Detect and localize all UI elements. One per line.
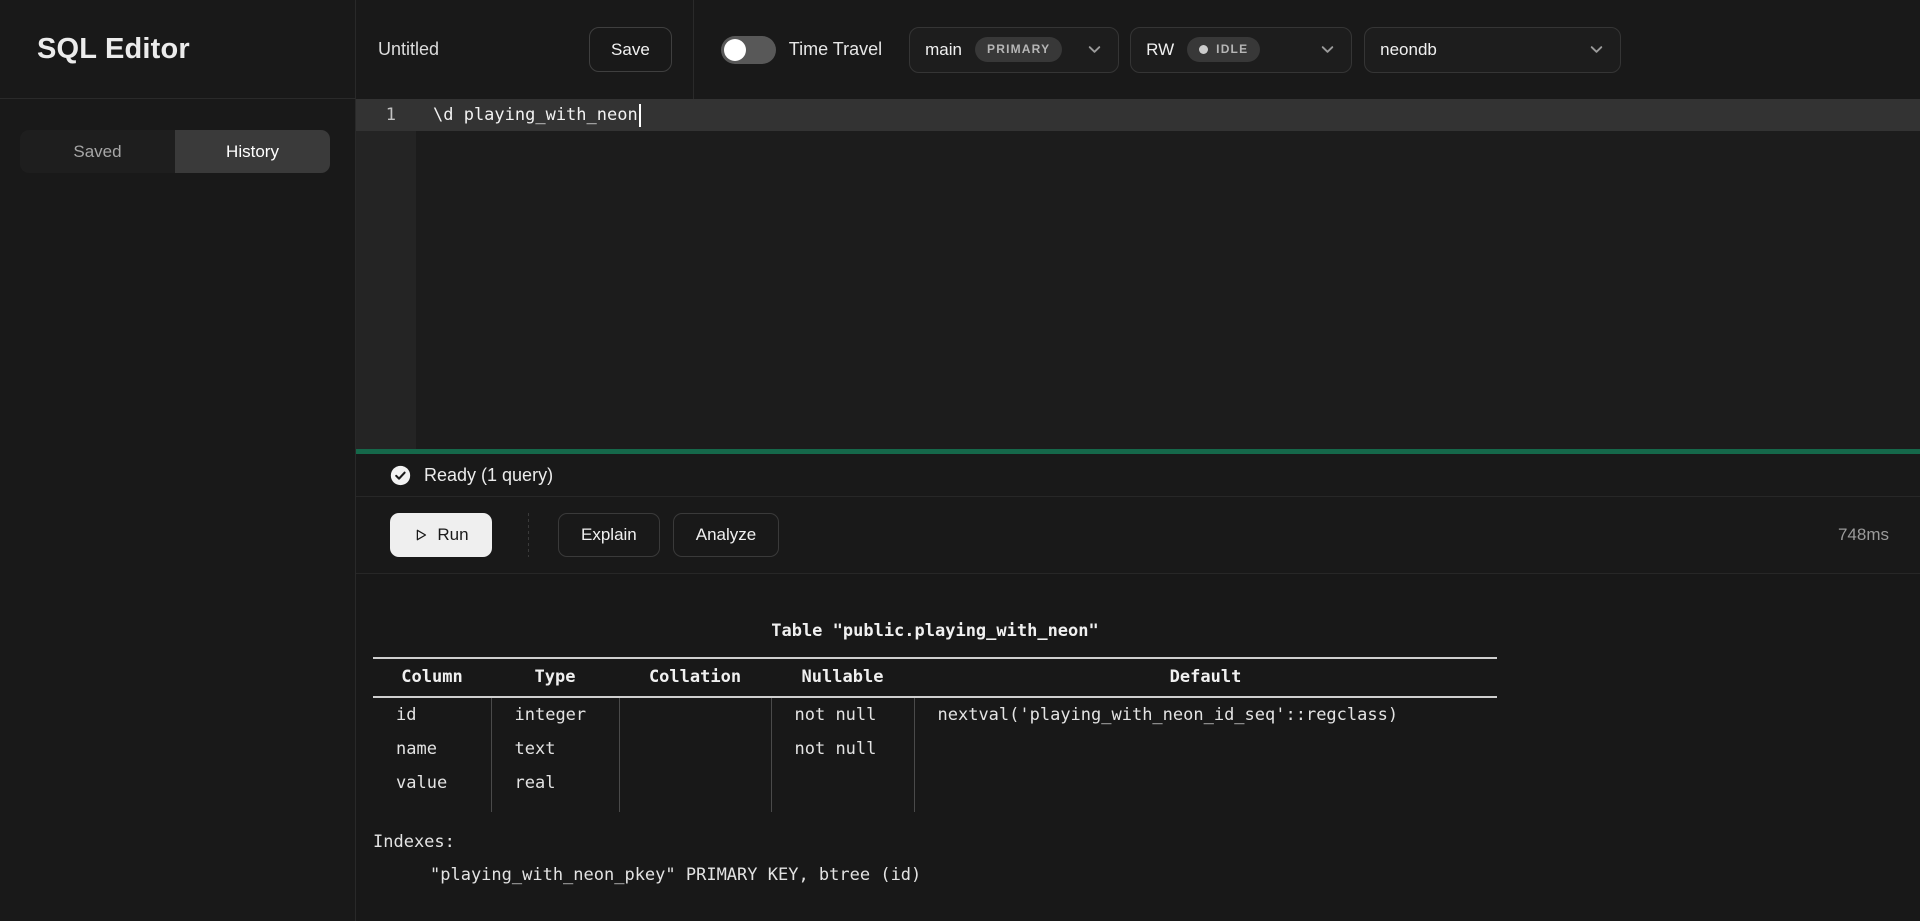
compute-status-label: IDLE (1216, 42, 1248, 56)
database-name: neondb (1380, 40, 1437, 60)
chevron-down-icon (1319, 41, 1336, 58)
cell (914, 766, 1497, 800)
cell (619, 697, 771, 732)
compute-name: RW (1146, 40, 1174, 60)
time-travel-label: Time Travel (789, 39, 882, 60)
cell: not null (771, 732, 914, 766)
toggle-knob (724, 39, 746, 61)
column-header: Collation (619, 658, 771, 697)
query-toolbar: Run Explain Analyze 748ms (356, 497, 1920, 574)
indexes-block: Indexes: "playing_with_neon_pkey" PRIMAR… (373, 826, 1497, 892)
query-title[interactable]: Untitled (378, 39, 439, 60)
sidebar: SQL Editor Saved History (0, 0, 356, 921)
analyze-button[interactable]: Analyze (673, 513, 779, 557)
chevron-down-icon (1086, 41, 1103, 58)
save-button[interactable]: Save (589, 27, 672, 72)
column-header: Column (373, 658, 491, 697)
cell (771, 766, 914, 800)
line-number-gutter (356, 99, 416, 449)
time-travel-toggle[interactable] (721, 36, 776, 64)
column-header: Nullable (771, 658, 914, 697)
page-title: SQL Editor (37, 33, 190, 66)
cell (914, 732, 1497, 766)
table-row: name text not null (373, 732, 1497, 766)
cell: not null (771, 697, 914, 732)
idle-status-dot (1199, 45, 1208, 54)
column-header: Default (914, 658, 1497, 697)
query-duration: 748ms (1838, 525, 1889, 545)
result-table: Column Type Collation Nullable Default i… (373, 657, 1497, 812)
tab-saved[interactable]: Saved (20, 130, 175, 173)
status-bar: Ready (1 query) (356, 454, 1920, 497)
code-text: \d playing_with_neon (433, 105, 638, 125)
cell: name (373, 732, 491, 766)
psql-output: Table "public.playing_with_neon" Column … (373, 621, 1497, 892)
run-button[interactable]: Run (390, 513, 492, 557)
play-icon (413, 527, 428, 543)
run-label: Run (437, 525, 468, 545)
table-spacer-row (373, 800, 1497, 812)
saved-history-segmented-control: Saved History (20, 130, 330, 173)
compute-select[interactable]: RW IDLE (1130, 27, 1352, 73)
database-select[interactable]: neondb (1364, 27, 1621, 73)
line-number: 1 (356, 105, 416, 125)
result-header-row: Column Type Collation Nullable Default (373, 658, 1497, 697)
branch-select[interactable]: main PRIMARY (909, 27, 1119, 73)
table-row: value real (373, 766, 1497, 800)
tab-history[interactable]: History (175, 130, 330, 173)
cell: nextval('playing_with_neon_id_seq'::regc… (914, 697, 1497, 732)
results-panel: Table "public.playing_with_neon" Column … (356, 574, 1920, 921)
cell: id (373, 697, 491, 732)
cell (619, 766, 771, 800)
cell (619, 732, 771, 766)
cell: value (373, 766, 491, 800)
topbar-divider (693, 0, 694, 99)
sidebar-header: SQL Editor (0, 0, 355, 99)
cell: text (491, 732, 619, 766)
sql-editor-app: SQL Editor Saved History Untitled Save T… (0, 0, 1920, 921)
text-cursor (639, 104, 641, 127)
branch-name: main (925, 40, 962, 60)
topbar: Untitled Save Time Travel main PRIMARY R… (356, 0, 1920, 99)
compute-status-badge: IDLE (1187, 37, 1260, 62)
primary-badge: PRIMARY (975, 37, 1062, 62)
table-row: id integer not null nextval('playing_wit… (373, 697, 1497, 732)
explain-button[interactable]: Explain (558, 513, 660, 557)
status-message: Ready (1 query) (424, 465, 553, 486)
cell: real (491, 766, 619, 800)
result-table-title: Table "public.playing_with_neon" (373, 621, 1497, 641)
toolbar-separator (528, 513, 529, 557)
ready-check-icon (390, 465, 411, 486)
chevron-down-icon (1588, 41, 1605, 58)
indexes-label: Indexes: (373, 826, 1497, 859)
cell: integer (491, 697, 619, 732)
active-line[interactable]: 1 \d playing_with_neon (356, 99, 1920, 131)
code-editor[interactable]: 1 \d playing_with_neon (356, 99, 1920, 449)
main-panel: Untitled Save Time Travel main PRIMARY R… (356, 0, 1920, 921)
column-header: Type (491, 658, 619, 697)
index-definition: "playing_with_neon_pkey" PRIMARY KEY, bt… (373, 859, 1497, 892)
